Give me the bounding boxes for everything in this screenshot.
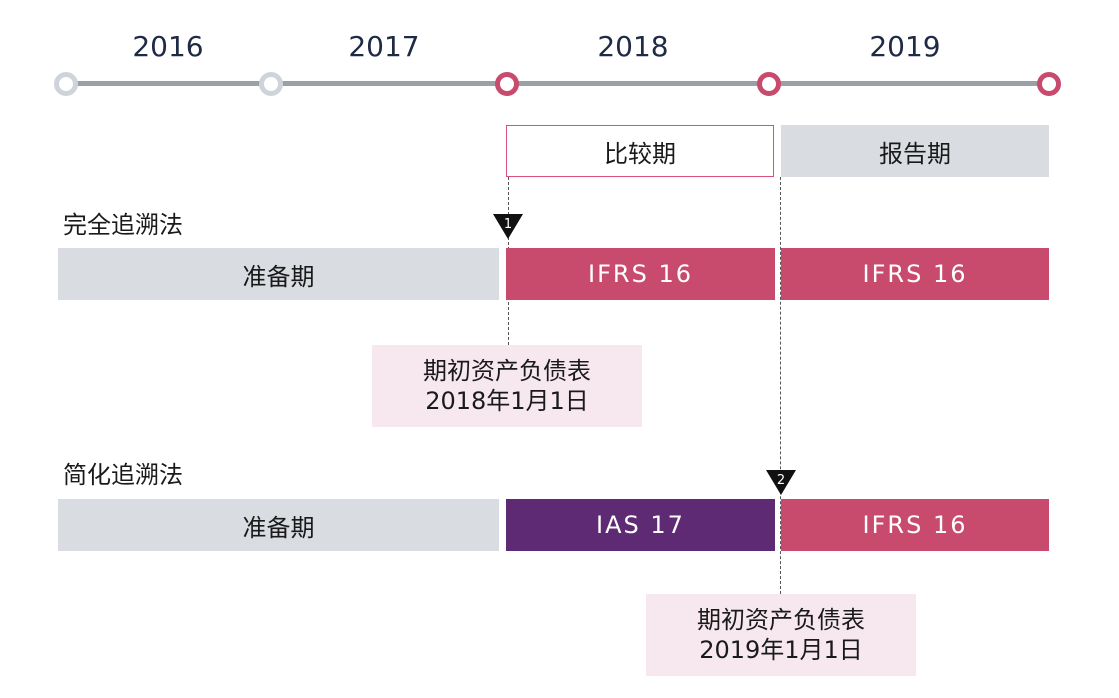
timeline-dot-2019 — [757, 72, 781, 96]
simplified-compare-bar: IAS 17 — [506, 499, 775, 551]
simplified-report-bar: IFRS 16 — [781, 499, 1049, 551]
marker-2-number: 2 — [777, 473, 785, 488]
full-prep-label: 准备期 — [242, 262, 315, 291]
full-compare-label: IFRS 16 — [588, 260, 693, 288]
timeline-dot-2018 — [495, 72, 519, 96]
full-prep-bar: 准备期 — [58, 248, 499, 300]
simplified-callout-line1: 期初资产负债表 — [697, 606, 865, 634]
timeline-dot-start — [54, 72, 78, 96]
full-callout-box: 期初资产负债表 2018年1月1日 — [372, 345, 642, 427]
full-method-label: 完全追溯法 — [63, 211, 183, 239]
simplified-report-label: IFRS 16 — [862, 511, 968, 539]
simplified-callout-box: 期初资产负债表 2019年1月1日 — [646, 594, 916, 676]
simplified-prep-label: 准备期 — [242, 513, 315, 542]
timeline-line — [65, 81, 1050, 86]
full-report-label: IFRS 16 — [862, 260, 968, 288]
reporting-period-box: 报告期 — [781, 125, 1049, 177]
marker-1-icon: 1 — [492, 213, 524, 241]
marker-2-icon: 2 — [765, 469, 797, 497]
timeline-dot-end — [1037, 72, 1061, 96]
marker-1-number: 1 — [504, 217, 512, 232]
year-label-2018: 2018 — [597, 30, 669, 63]
simplified-prep-bar: 准备期 — [58, 499, 499, 551]
full-callout-line1: 期初资产负债表 — [423, 357, 591, 385]
full-callout-line2: 2018年1月1日 — [425, 387, 589, 415]
simplified-callout-line2: 2019年1月1日 — [699, 636, 863, 664]
comparative-period-label: 比较期 — [604, 139, 676, 168]
simplified-compare-label: IAS 17 — [596, 511, 685, 539]
timeline-dot-2017 — [259, 72, 283, 96]
year-label-2016: 2016 — [132, 30, 204, 63]
simplified-method-label: 简化追溯法 — [63, 461, 183, 489]
full-report-bar: IFRS 16 — [781, 248, 1049, 300]
comparative-period-box: 比较期 — [506, 125, 774, 177]
year-label-2017: 2017 — [348, 30, 420, 63]
year-label-2019: 2019 — [869, 30, 941, 63]
reporting-period-label: 报告期 — [879, 139, 951, 168]
full-compare-bar: IFRS 16 — [506, 248, 775, 300]
